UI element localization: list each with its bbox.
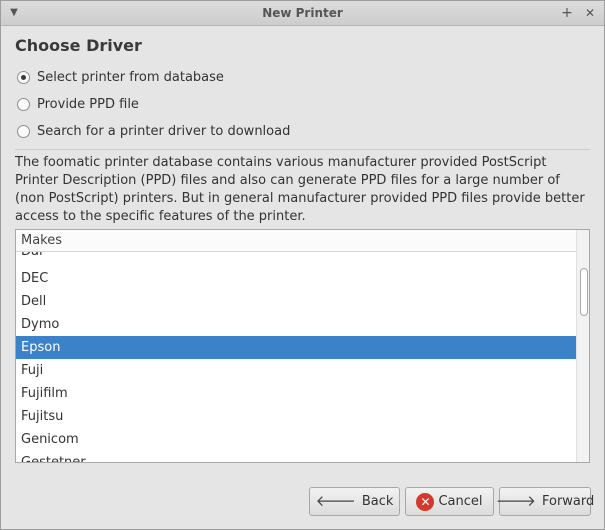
close-icon[interactable]: ✕ xyxy=(582,5,598,21)
list-item-selected[interactable]: Epson xyxy=(16,336,576,359)
makes-list-body[interactable]: Dai DEC Dell Dymo Epson Fuji Fujifilm Fu… xyxy=(16,252,576,462)
back-button[interactable]: 🡐 Back xyxy=(309,487,400,516)
option-label: Search for a printer driver to download xyxy=(37,123,291,139)
list-item[interactable]: Dai xyxy=(16,252,576,263)
plus-icon[interactable]: + xyxy=(559,5,575,21)
list-item[interactable]: Dell xyxy=(16,290,576,313)
separator xyxy=(15,149,590,150)
back-button-label: Back xyxy=(361,494,394,509)
list-item[interactable]: Fuji xyxy=(16,359,576,382)
option-select-from-database[interactable]: Select printer from database xyxy=(17,68,224,86)
arrow-right-icon: 🡒 xyxy=(495,492,536,510)
forward-button-label: Forward xyxy=(541,494,595,509)
cancel-button-label: Cancel xyxy=(438,494,483,509)
radio-button[interactable] xyxy=(17,124,30,138)
title-bar[interactable]: ▼ New Printer + ✕ xyxy=(1,1,604,26)
list-item[interactable]: DEC xyxy=(16,267,576,290)
option-provide-ppd-file[interactable]: Provide PPD file xyxy=(17,95,139,113)
list-item[interactable]: Genicom xyxy=(16,428,576,451)
window-title: New Printer xyxy=(262,6,343,20)
cancel-button[interactable]: ✕ Cancel xyxy=(405,487,494,516)
radio-button[interactable] xyxy=(17,97,30,111)
list-item[interactable]: Dymo xyxy=(16,313,576,336)
list-item[interactable]: Fujifilm xyxy=(16,382,576,405)
list-scrollbar[interactable] xyxy=(576,230,589,462)
scrollbar-thumb[interactable] xyxy=(580,268,588,316)
radio-button[interactable] xyxy=(17,70,30,84)
option-label: Provide PPD file xyxy=(37,96,139,112)
option-search-driver-download[interactable]: Search for a printer driver to download xyxy=(17,122,290,140)
makes-column-header[interactable]: Makes xyxy=(16,230,576,252)
option-label: Select printer from database xyxy=(37,69,224,85)
arrow-left-icon: 🡐 xyxy=(315,492,356,510)
description-text: The foomatic printer database contains v… xyxy=(15,155,585,224)
page-title: Choose Driver xyxy=(15,36,142,55)
list-item[interactable]: Fujitsu xyxy=(16,405,576,428)
list-item[interactable]: Gestetner xyxy=(16,451,576,462)
forward-button[interactable]: 🡒 Forward xyxy=(495,487,595,516)
makes-list[interactable]: Makes Dai DEC Dell Dymo Epson Fuji Fujif… xyxy=(15,229,590,463)
new-printer-window: ▼ New Printer + ✕ Choose Driver Select p… xyxy=(0,0,605,530)
cancel-icon: ✕ xyxy=(416,492,435,511)
